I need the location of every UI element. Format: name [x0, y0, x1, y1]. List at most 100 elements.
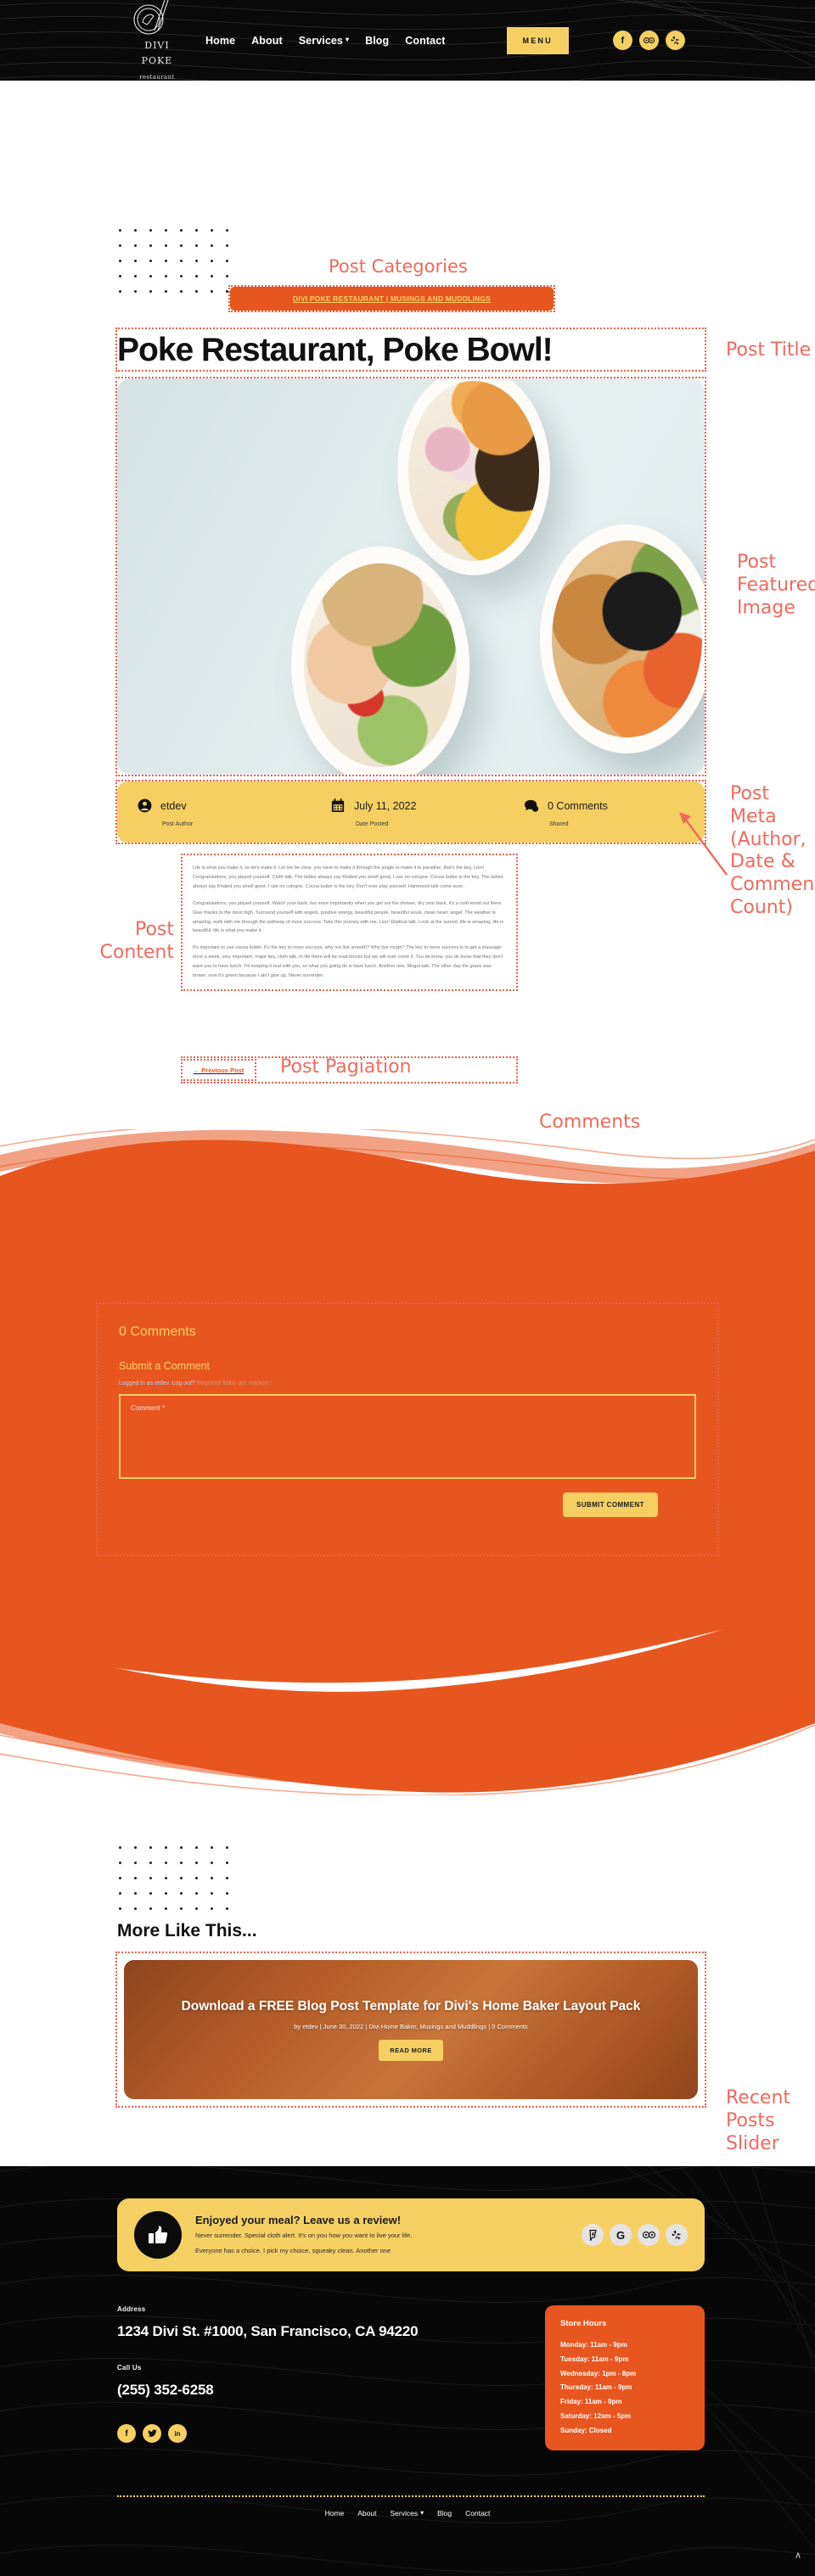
footer-nav: Home About Services ▾ Blog Contact: [0, 2508, 815, 2518]
site-logo[interactable]: DIVI POKE restaurant: [127, 0, 187, 81]
nav-item-home[interactable]: Home: [205, 35, 235, 47]
review-cta-line-1: Never surrender. Special cloth alert. It…: [195, 2231, 413, 2239]
post-categories-container: DIVI POKE RESTAURANT | MUSINGS AND MUDDL…: [228, 285, 555, 312]
annotation-post-pagination: Post Pagiation: [280, 1056, 412, 1078]
post-comment-caption: Shared: [549, 820, 569, 827]
annotation-post-title: Post Title: [726, 339, 812, 361]
twitter-icon[interactable]: [143, 2424, 161, 2443]
store-hours-row: Tuesday: 11am - 9pm: [560, 2355, 629, 2363]
main-nav: Home About Services ▾ Blog Contact: [205, 35, 446, 47]
store-hours-row: Monday: 11am - 9pm: [560, 2341, 627, 2349]
poke-bowl-salmon: [291, 546, 469, 775]
yelp-icon[interactable]: [665, 31, 685, 50]
nav-item-blog[interactable]: Blog: [365, 35, 389, 47]
slide-title: Download a FREE Blog Post Template for D…: [181, 1998, 641, 2013]
post-comment-count-value: 0 Comments: [548, 799, 608, 812]
poke-bowl-nori: [540, 524, 705, 753]
nav-item-contact[interactable]: Contact: [405, 35, 445, 47]
slide-meta: by etdev | June 30, 2022 | Divi Home Bak…: [294, 2023, 528, 2031]
foursquare-icon[interactable]: [582, 2224, 604, 2246]
logged-in-link[interactable]: Logged in as etdev. Log out?: [119, 1380, 195, 1386]
store-hours-heading: Store Hours: [560, 2319, 607, 2328]
annotation-post-meta: Post Meta (Author, Date & Comment Count): [730, 783, 815, 919]
store-hours-row: Sunday: Closed: [560, 2426, 612, 2434]
nav-item-about[interactable]: About: [251, 35, 283, 47]
review-social-links: G: [582, 2224, 688, 2246]
previous-post-label: ← Previous Post: [193, 1066, 244, 1074]
post-date-caption: Date Posted: [356, 820, 389, 827]
post-date-value: July 11, 2022: [354, 799, 417, 812]
footer-nav-item-services[interactable]: Services ▾: [390, 2508, 424, 2518]
nav-label: About: [251, 34, 283, 47]
post-meta-bar: etdev Post Author July 11, 2022 Date Pos…: [117, 781, 705, 843]
annotation-post-featured-image: Post Featured Image: [737, 552, 815, 619]
review-cta-card: Enjoyed your meal? Leave us a review! Ne…: [117, 2198, 705, 2271]
footer-contact-column: Address 1234 Divi St. #1000, San Francis…: [117, 2305, 440, 2443]
annotation-post-content: Post Content: [99, 919, 175, 963]
review-cta-heading: Enjoyed your meal? Leave us a review!: [195, 2213, 402, 2226]
annotation-arrow-post-meta: [679, 812, 728, 876]
store-hours-row: Thursday: 11am - 9pm: [560, 2383, 632, 2392]
comments-count-heading: 0 Comments: [119, 1324, 196, 1339]
post-categories-annotation: Post Categories: [329, 256, 468, 277]
post-category-pill[interactable]: DIVI POKE RESTAURANT | MUSINGS AND MUDDL…: [230, 287, 554, 311]
post-featured-image-container: [115, 377, 706, 776]
submit-comment-heading: Submit a Comment: [119, 1360, 210, 1372]
post-meta-comments: 0 Comments Shared: [523, 798, 608, 827]
post-author-value: etdev: [160, 799, 187, 812]
chevron-down-icon: ▾: [420, 2508, 424, 2517]
review-cta-text: Enjoyed your meal? Leave us a review! Ne…: [195, 2214, 582, 2257]
chevron-down-icon: ▾: [345, 36, 350, 43]
calendar-icon: [329, 798, 346, 815]
slider-slide[interactable]: Download a FREE Blog Post Template for D…: [124, 1960, 698, 2099]
decorative-dot-grid-bottom: [119, 1846, 241, 1923]
menu-button[interactable]: MENU: [506, 26, 569, 54]
footer-nav-label: Contact: [465, 2509, 491, 2517]
poke-bowl-chopsticks-logo-icon: [133, 0, 169, 35]
post-featured-image: [117, 378, 705, 775]
store-hours-card: Store Hours Monday: 11am - 9pm Tuesday: …: [545, 2305, 705, 2450]
user-icon: [136, 798, 153, 815]
read-more-button[interactable]: READ MORE: [379, 2040, 443, 2062]
comment-textarea[interactable]: [119, 1394, 696, 1479]
nav-label: Services: [298, 34, 343, 47]
google-icon[interactable]: G: [610, 2224, 632, 2246]
store-hours-row: Saturday: 12am - 5pm: [560, 2411, 632, 2420]
footer-nav-item-blog[interactable]: Blog: [437, 2509, 452, 2517]
footer-nav-item-home[interactable]: Home: [325, 2509, 345, 2517]
tripadvisor-icon[interactable]: [638, 2224, 660, 2246]
post-paragraph: Life is what you make it, so let's make …: [193, 865, 503, 889]
yelp-burst-icon: [671, 36, 680, 45]
previous-post-link[interactable]: ← Previous Post: [181, 1059, 256, 1081]
header-social-links: f: [612, 31, 685, 50]
nav-label: Contact: [405, 34, 446, 47]
nav-item-services[interactable]: Services ▾: [299, 35, 349, 47]
footer-nav-item-about[interactable]: About: [357, 2509, 376, 2517]
facebook-icon[interactable]: f: [117, 2424, 136, 2443]
facebook-icon[interactable]: f: [612, 31, 632, 50]
annotation-recent-posts-slider: Recent Posts Slider: [726, 2087, 791, 2154]
linkedin-icon[interactable]: in: [168, 2424, 187, 2443]
footer-nav-label: Blog: [437, 2509, 452, 2517]
yelp-icon[interactable]: [666, 2224, 688, 2246]
required-fields-note: Required fields are marked *: [196, 1380, 273, 1386]
site-header: DIVI POKE restaurant Home About Services…: [0, 0, 815, 81]
comment-login-note: Logged in as etdev. Log out? Required fi…: [119, 1380, 272, 1386]
address-label: Address: [117, 2305, 146, 2313]
post-meta-author: etdev Post Author: [136, 798, 329, 827]
store-hours-row: Wednesday: 1pm - 8pm: [560, 2369, 637, 2377]
comment-bubble-icon: [523, 798, 540, 815]
post-meta-date: July 11, 2022 Date Posted: [329, 798, 523, 827]
submit-comment-button[interactable]: SUBMIT COMMENT: [563, 1492, 658, 1517]
logo-line-2: restaurant: [139, 73, 175, 81]
footer-nav-label: Services: [390, 2509, 419, 2517]
poke-bowl-tofu: [397, 378, 550, 575]
footer-nav-item-contact[interactable]: Contact: [465, 2509, 490, 2517]
phone-value: (255) 352-6258: [117, 2382, 214, 2398]
recent-posts-slider: Download a FREE Blog Post Template for D…: [115, 1952, 706, 2108]
footer-social-links: f in: [117, 2424, 440, 2443]
scroll-to-top-button[interactable]: ∧: [795, 2550, 801, 2561]
post-author-caption: Post Author: [162, 820, 194, 827]
tripadvisor-icon[interactable]: [638, 31, 659, 50]
footer-nav-label: Home: [324, 2509, 345, 2517]
